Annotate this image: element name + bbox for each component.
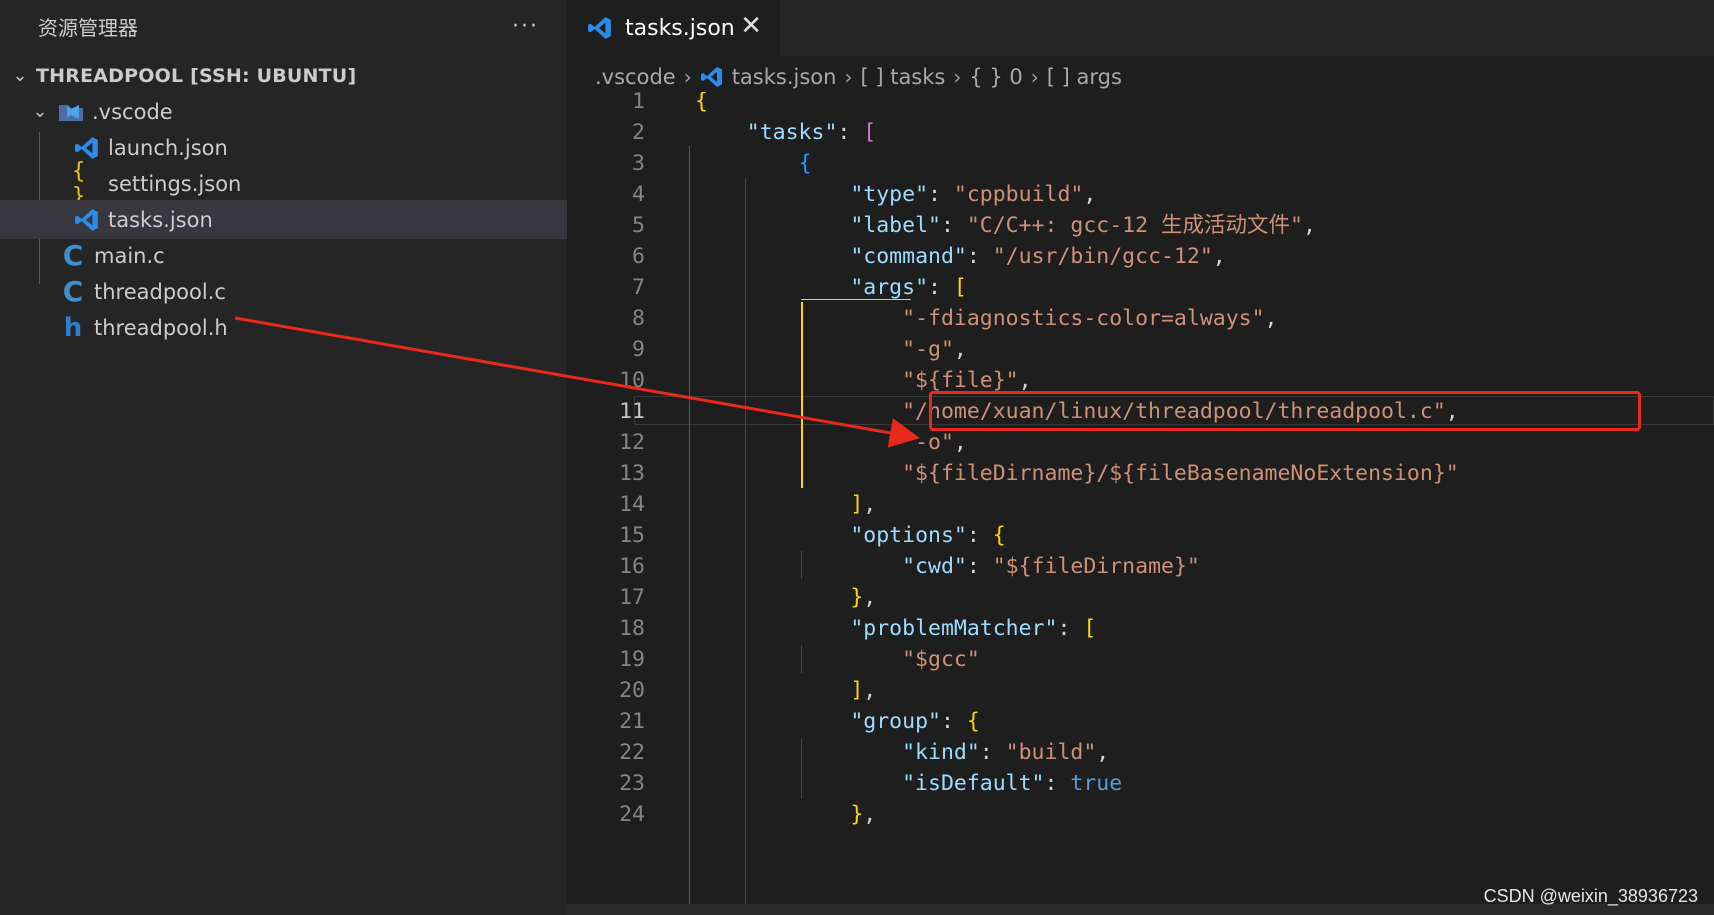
watermark: CSDN @weixin_38936723 — [1483, 886, 1698, 906]
annotation-arrow — [234, 316, 920, 448]
